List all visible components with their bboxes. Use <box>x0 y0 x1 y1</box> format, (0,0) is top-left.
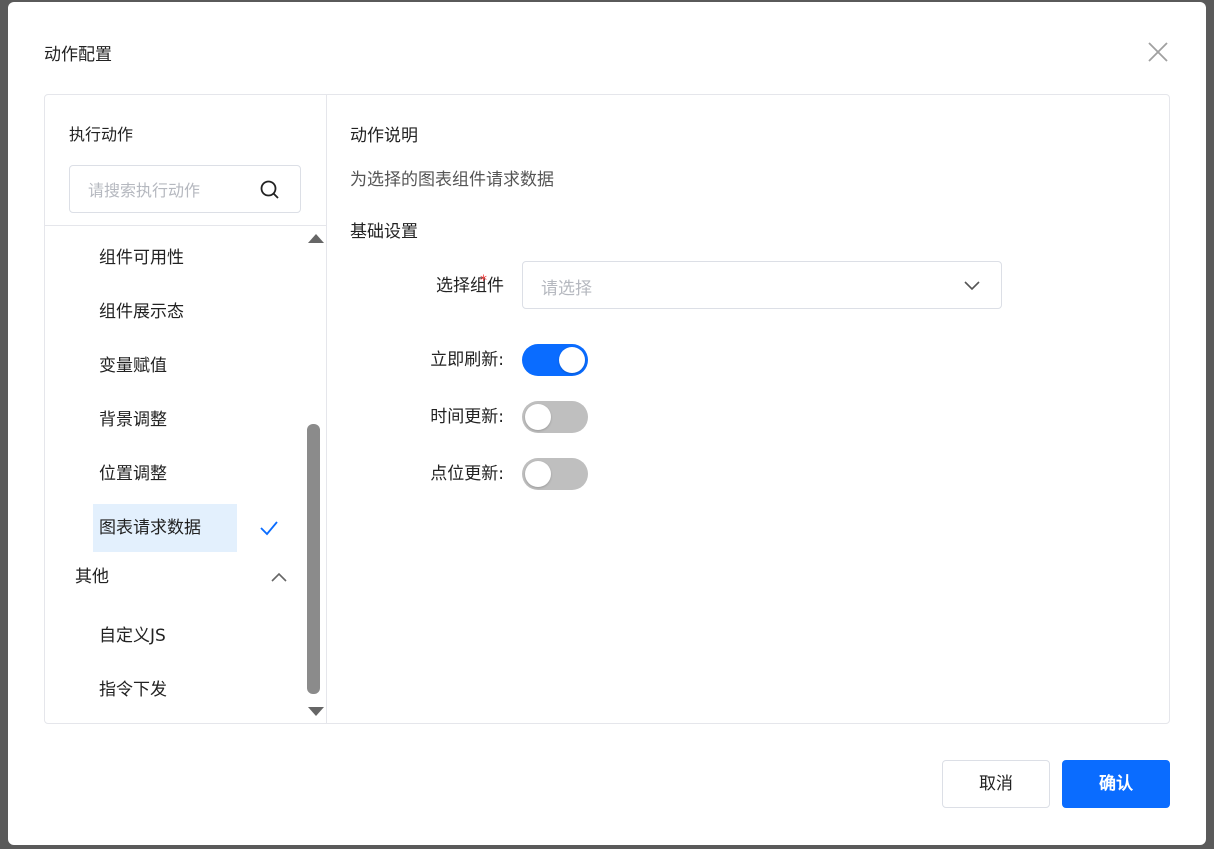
toggle-point-update[interactable] <box>522 458 588 490</box>
list-item[interactable]: 自定义JS <box>93 612 172 660</box>
action-search <box>69 165 301 213</box>
cancel-button[interactable]: 取消 <box>942 760 1050 808</box>
list-scrollbar[interactable] <box>305 226 327 723</box>
action-list-panel: 执行动作 组件可用性 组件展示态 变量赋值 背景调整 位置调整 图表请求数据 其… <box>45 95 327 723</box>
select-component-label: 选择组件 <box>328 271 504 296</box>
confirm-button[interactable]: 确认 <box>1062 760 1170 808</box>
action-desc-title: 动作说明 <box>350 126 418 146</box>
action-detail-panel: 动作说明 为选择的图表组件请求数据 基础设置 选择组件 * 请选择 立即刷新: … <box>328 95 1169 723</box>
toggle-label-time: 时间更新: <box>430 407 504 427</box>
list-item[interactable]: 指令下发 <box>93 666 173 714</box>
basic-settings-title: 基础设置 <box>350 222 418 242</box>
list-item[interactable]: 背景调整 <box>93 396 173 444</box>
group-title-other[interactable]: 其他 <box>75 562 109 592</box>
list-item[interactable]: 组件可用性 <box>93 234 190 282</box>
list-item[interactable]: 组件展示态 <box>93 288 190 336</box>
toggle-knob <box>525 404 551 430</box>
toggle-knob <box>559 347 585 373</box>
list-item[interactable]: 变量赋值 <box>93 342 173 390</box>
toggle-label-immediate: 立即刷新: <box>430 350 504 370</box>
chevron-up-icon[interactable] <box>267 566 291 590</box>
close-icon[interactable] <box>1146 40 1170 64</box>
select-placeholder: 请选择 <box>541 279 592 299</box>
action-desc-text: 为选择的图表组件请求数据 <box>350 170 554 190</box>
toggle-time-update[interactable] <box>522 401 588 433</box>
chevron-down-icon <box>961 274 983 296</box>
check-icon <box>257 516 281 540</box>
list-item-selected[interactable]: 图表请求数据 <box>93 504 237 552</box>
select-component-dropdown[interactable]: 请选择 <box>522 261 1002 309</box>
action-list-title: 执行动作 <box>69 125 134 144</box>
toggle-immediate-refresh[interactable] <box>522 344 588 376</box>
action-config-dialog: 动作配置 执行动作 组件可用性 组件展示态 变量赋值 背景调整 位置调整 图表请… <box>8 2 1206 845</box>
action-search-input[interactable] <box>88 178 248 202</box>
scroll-thumb[interactable] <box>307 424 320 694</box>
toggle-knob <box>525 461 551 487</box>
toggle-label-point: 点位更新: <box>430 464 504 484</box>
scroll-up-arrow-icon[interactable] <box>308 234 324 243</box>
search-icon[interactable] <box>258 178 282 202</box>
action-list: 组件可用性 组件展示态 变量赋值 背景调整 位置调整 图表请求数据 其他 自定义… <box>45 226 307 723</box>
select-component-label-text: 选择组件 <box>436 276 504 296</box>
scroll-down-arrow-icon[interactable] <box>308 707 324 716</box>
config-panel: 执行动作 组件可用性 组件展示态 变量赋值 背景调整 位置调整 图表请求数据 其… <box>44 94 1170 724</box>
list-item[interactable]: 位置调整 <box>93 450 173 498</box>
required-mark: * <box>480 273 487 289</box>
dialog-title: 动作配置 <box>44 45 112 65</box>
